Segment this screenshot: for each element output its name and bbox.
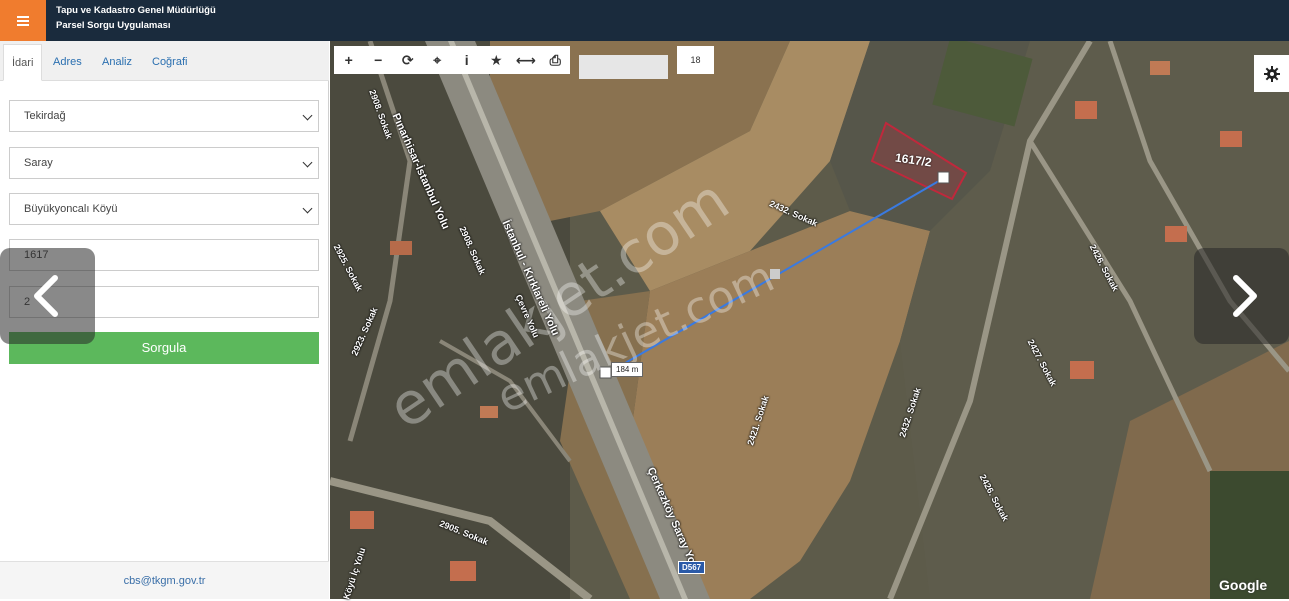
hamburger-icon — [17, 16, 29, 26]
sidebar-tabs: İdari Adres Analiz Coğrafi — [0, 41, 329, 81]
il-select[interactable]: Tekirdağ — [9, 100, 319, 132]
chevron-down-icon — [302, 203, 313, 214]
tab-analiz[interactable]: Analiz — [94, 44, 140, 81]
app-title: Tapu ve Kadastro Genel Müdürlüğü Parsel … — [56, 3, 216, 33]
crosshair-icon[interactable]: ⌖ — [423, 46, 453, 74]
footer-email[interactable]: cbs@tkgm.gov.tr — [0, 561, 329, 599]
tab-adres[interactable]: Adres — [45, 44, 90, 81]
ilce-select[interactable]: Saray — [9, 147, 319, 179]
ilce-select-value: Saray — [24, 157, 53, 169]
app-title-line2: Parsel Sorgu Uygulaması — [56, 20, 171, 31]
measure-icon[interactable]: ⟷ — [511, 46, 541, 74]
chevron-down-icon — [302, 157, 313, 168]
star-icon[interactable]: ★ — [482, 46, 512, 74]
mahalle-select[interactable]: Büyükyoncalı Köyü — [9, 193, 319, 225]
chevron-left-icon — [34, 275, 58, 317]
chevron-right-icon — [1233, 275, 1257, 317]
tab-cografi[interactable]: Coğrafi — [144, 44, 195, 81]
menu-button[interactable] — [0, 0, 46, 41]
info-icon[interactable]: i — [452, 46, 482, 74]
app-title-line1: Tapu ve Kadastro Genel Müdürlüğü — [56, 5, 216, 16]
zoom-level: 18 — [677, 46, 714, 74]
next-button[interactable] — [1194, 248, 1289, 344]
google-attribution: Google — [1219, 577, 1268, 593]
minus-icon[interactable]: − — [364, 46, 394, 74]
measure-label: 184 m — [611, 362, 644, 377]
route-sign: D567 — [678, 561, 706, 574]
app-header: Tapu ve Kadastro Genel Müdürlüğü Parsel … — [0, 0, 1289, 41]
gear-icon — [1263, 65, 1280, 82]
il-select-value: Tekirdağ — [24, 110, 66, 122]
settings-button[interactable] — [1254, 55, 1289, 92]
coordinate-box — [579, 55, 668, 79]
previous-button[interactable] — [0, 248, 95, 344]
plus-icon[interactable]: + — [334, 46, 364, 74]
tab-idari[interactable]: İdari — [3, 44, 43, 81]
print-icon[interactable]: ⎙ — [541, 46, 571, 74]
mahalle-select-value: Büyükyoncalı Köyü — [24, 203, 118, 215]
refresh-icon[interactable]: ⟳ — [393, 46, 423, 74]
map-toolbar: + − ⟳ ⌖ i ★ ⟷ ⎙ — [334, 46, 570, 74]
chevron-down-icon — [302, 110, 313, 121]
